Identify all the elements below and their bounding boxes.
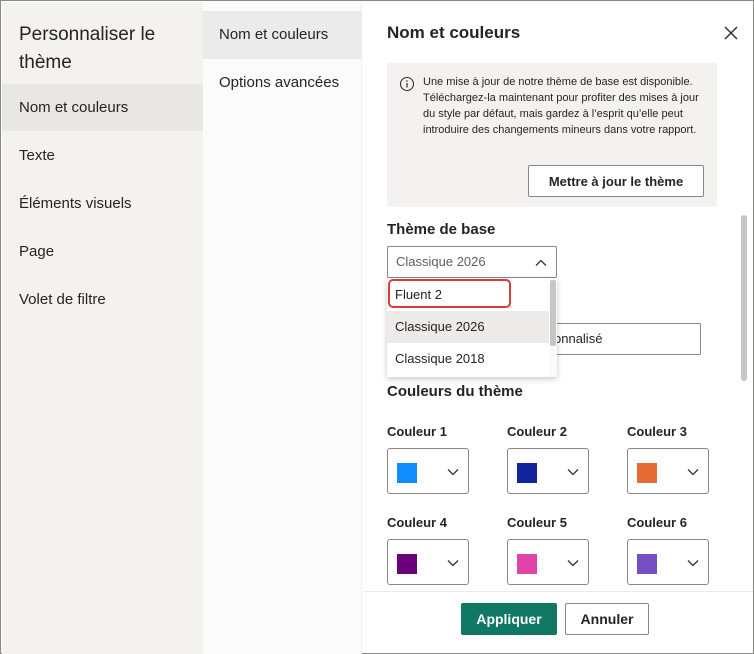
close-icon — [724, 26, 738, 40]
base-theme-label: Thème de base — [387, 221, 496, 238]
theme-colors-label: Couleurs du thème — [387, 383, 523, 400]
color-6-swatch — [637, 554, 657, 574]
color-3-swatch — [637, 463, 657, 483]
left-nav-item-page[interactable]: Page — [2, 228, 203, 275]
color-1-picker[interactable] — [387, 448, 469, 494]
color-4-label: Couleur 4 — [387, 515, 447, 530]
theme-name-value: onnalisé — [554, 331, 603, 346]
chevron-down-icon — [567, 469, 579, 476]
chevron-down-icon — [447, 560, 459, 567]
color-2-label: Couleur 2 — [507, 424, 567, 439]
highlight-annotation — [388, 279, 511, 308]
update-info-box: Une mise à jour de notre thème de base e… — [387, 63, 717, 207]
update-theme-button[interactable]: Mettre à jour le thème — [528, 165, 704, 197]
color-4-picker[interactable] — [387, 539, 469, 585]
content-title: Nom et couleurs — [387, 23, 521, 42]
color-2-swatch — [517, 463, 537, 483]
color-5-picker[interactable] — [507, 539, 589, 585]
left-nav: Personnaliser le thème Nom et couleurs T… — [2, 2, 203, 654]
base-theme-selected: Classique 2026 — [396, 254, 486, 269]
chevron-down-icon — [567, 560, 579, 567]
color-3-label: Couleur 3 — [627, 424, 687, 439]
color-5-label: Couleur 5 — [507, 515, 567, 530]
color-2-picker[interactable] — [507, 448, 589, 494]
cancel-button[interactable]: Annuler — [565, 603, 649, 635]
dropdown-option-classique-2018[interactable]: Classique 2018 — [387, 343, 549, 375]
left-nav-item-name-colors[interactable]: Nom et couleurs — [2, 84, 203, 131]
color-1-label: Couleur 1 — [387, 424, 447, 439]
chevron-down-icon — [447, 469, 459, 476]
chevron-up-icon — [535, 259, 547, 266]
chevron-down-icon — [687, 469, 699, 476]
dropdown-scrollbar[interactable] — [549, 278, 557, 377]
sub-nav-item-advanced[interactable]: Options avancées — [203, 59, 362, 107]
color-6-picker[interactable] — [627, 539, 709, 585]
info-text: Une mise à jour de notre thème de base e… — [423, 76, 699, 136]
dialog-title: Personnaliser le thème — [19, 24, 156, 73]
color-5-swatch — [517, 554, 537, 574]
dropdown-option-classique-2026[interactable]: Classique 2026 — [387, 311, 549, 343]
footer-divider — [363, 591, 753, 592]
apply-button[interactable]: Appliquer — [461, 603, 557, 635]
left-nav-item-filter-pane[interactable]: Volet de filtre — [2, 276, 203, 323]
dropdown-scroll-thumb[interactable] — [550, 280, 556, 346]
left-nav-item-visuals[interactable]: Éléments visuels — [2, 180, 203, 227]
chevron-down-icon — [687, 560, 699, 567]
sub-nav: Nom et couleurs Options avancées — [203, 2, 362, 654]
left-nav-item-text[interactable]: Texte — [2, 132, 203, 179]
color-3-picker[interactable] — [627, 448, 709, 494]
content-scrollbar[interactable] — [741, 215, 747, 381]
base-theme-select[interactable]: Classique 2026 — [387, 246, 557, 278]
color-1-swatch — [397, 463, 417, 483]
sub-nav-item-name-colors[interactable]: Nom et couleurs — [203, 11, 362, 59]
close-button[interactable] — [719, 21, 743, 45]
color-4-swatch — [397, 554, 417, 574]
info-icon — [399, 76, 415, 92]
theme-dialog: Personnaliser le thème Nom et couleurs T… — [0, 0, 754, 654]
color-6-label: Couleur 6 — [627, 515, 687, 530]
